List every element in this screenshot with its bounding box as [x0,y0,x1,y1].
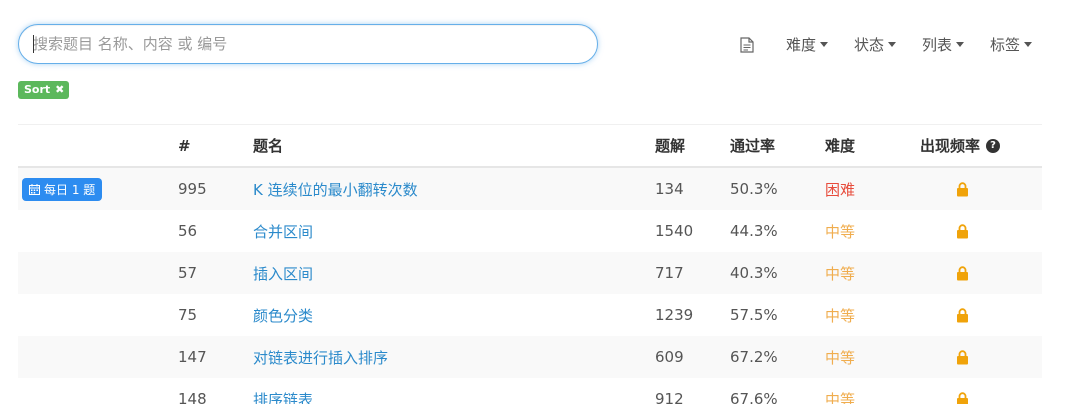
table-row: 57 插入区间 717 40.3% 中等 [18,252,1042,294]
filter-difficulty-label: 难度 [785,36,816,54]
problem-num: 147 [178,348,207,366]
frequency-lock[interactable] [956,378,969,404]
solution-count[interactable]: 717 [655,252,684,294]
filter-tags-label: 标签 [989,36,1020,54]
filter-difficulty[interactable]: 难度 [786,34,828,55]
problem-title-link[interactable]: K 连续位的最小翻转次数 [253,168,418,210]
acceptance-rate: 57.5% [730,306,778,324]
filter-list-label: 列表 [921,36,952,54]
frequency-lock[interactable] [956,336,969,378]
filter-toolbar: 难度 状态 列表 标签 [740,34,1032,55]
problem-title-link[interactable]: 插入区间 [253,252,313,294]
header-rate[interactable]: 通过率 [730,125,775,166]
acceptance-rate: 50.3% [730,180,778,198]
table-row: 每日 1 题 995 K 连续位的最小翻转次数 134 50.3% 困难 [18,168,1042,210]
problem-title-link[interactable]: 合并区间 [253,210,313,252]
problem-num: 995 [178,180,207,198]
chevron-down-icon [887,42,896,47]
problem-num: 57 [178,264,198,282]
frequency-lock[interactable] [956,168,969,210]
problem-title-link[interactable]: 排序链表 [253,378,313,404]
difficulty-label: 中等 [825,222,856,241]
sort-tag-label: Sort [24,83,51,96]
problem-title-link[interactable]: 对链表进行插入排序 [253,336,388,378]
daily-badge-label: 每日 1 题 [44,182,96,197]
sort-tag[interactable]: Sort ✖ [18,81,70,99]
frequency-lock[interactable] [956,294,969,336]
lock-icon [957,349,968,364]
problem-num: 148 [178,390,207,404]
table-row: 75 颜色分类 1239 57.5% 中等 [18,294,1042,336]
help-icon[interactable]: ? [986,138,1001,153]
filter-list[interactable]: 列表 [922,34,964,55]
solution-count[interactable]: 912 [655,378,684,404]
frequency-lock[interactable] [956,210,969,252]
daily-badge[interactable]: 每日 1 题 [22,177,103,201]
lock-icon [957,181,968,196]
filter-status-label: 状态 [853,36,884,54]
difficulty-label: 中等 [825,306,856,325]
lock-icon [957,265,968,280]
frequency-lock[interactable] [956,252,969,294]
problem-title-link[interactable]: 颜色分类 [253,294,313,336]
problem-list-page: 难度 状态 列表 标签 Sort ✖ # 题名 题解 通过率 难度 出现频率 [0,0,1080,404]
chevron-down-icon [819,42,828,47]
problem-table: # 题名 题解 通过率 难度 出现频率 ? 每日 1 题 995 K 连续位的最… [18,124,1042,404]
lock-icon [957,307,968,322]
calendar-icon [29,183,40,195]
chevron-down-icon [955,42,964,47]
solution-count[interactable]: 1540 [655,210,693,252]
solution-count[interactable]: 609 [655,336,684,378]
acceptance-rate: 40.3% [730,264,778,282]
difficulty-label: 中等 [825,348,856,367]
solution-count[interactable]: 1239 [655,294,693,336]
filter-tags[interactable]: 标签 [990,34,1032,55]
filter-status[interactable]: 状态 [854,34,896,55]
text-caret [33,35,34,53]
header-title[interactable]: 题名 [253,125,283,166]
problem-num: 75 [178,306,198,324]
acceptance-rate: 44.3% [730,222,778,240]
header-frequency[interactable]: 出现频率 ? [920,125,1001,166]
daily-cell: 每日 1 题 [22,168,103,210]
problem-num: 56 [178,222,198,240]
table-row: 148 排序链表 912 67.6% 中等 [18,378,1042,404]
search-input[interactable] [19,25,597,63]
header-difficulty[interactable]: 难度 [825,125,855,166]
lock-icon [957,391,968,404]
chevron-down-icon [1024,42,1032,47]
header-num[interactable]: # [178,125,191,166]
acceptance-rate: 67.6% [730,390,778,404]
close-icon[interactable]: ✖ [55,83,64,97]
difficulty-label: 中等 [825,390,856,404]
acceptance-rate: 67.2% [730,348,778,366]
difficulty-label: 中等 [825,264,856,283]
table-row: 147 对链表进行插入排序 609 67.2% 中等 [18,336,1042,378]
document-icon[interactable] [740,36,754,53]
search-box[interactable] [18,24,598,64]
header-solutions[interactable]: 题解 [655,125,685,166]
difficulty-label: 困难 [825,180,856,199]
header-frequency-label: 出现频率 [920,137,981,155]
table-header: # 题名 题解 通过率 难度 出现频率 ? [18,125,1042,168]
table-row: 56 合并区间 1540 44.3% 中等 [18,210,1042,252]
lock-icon [957,223,968,238]
solution-count[interactable]: 134 [655,168,684,210]
